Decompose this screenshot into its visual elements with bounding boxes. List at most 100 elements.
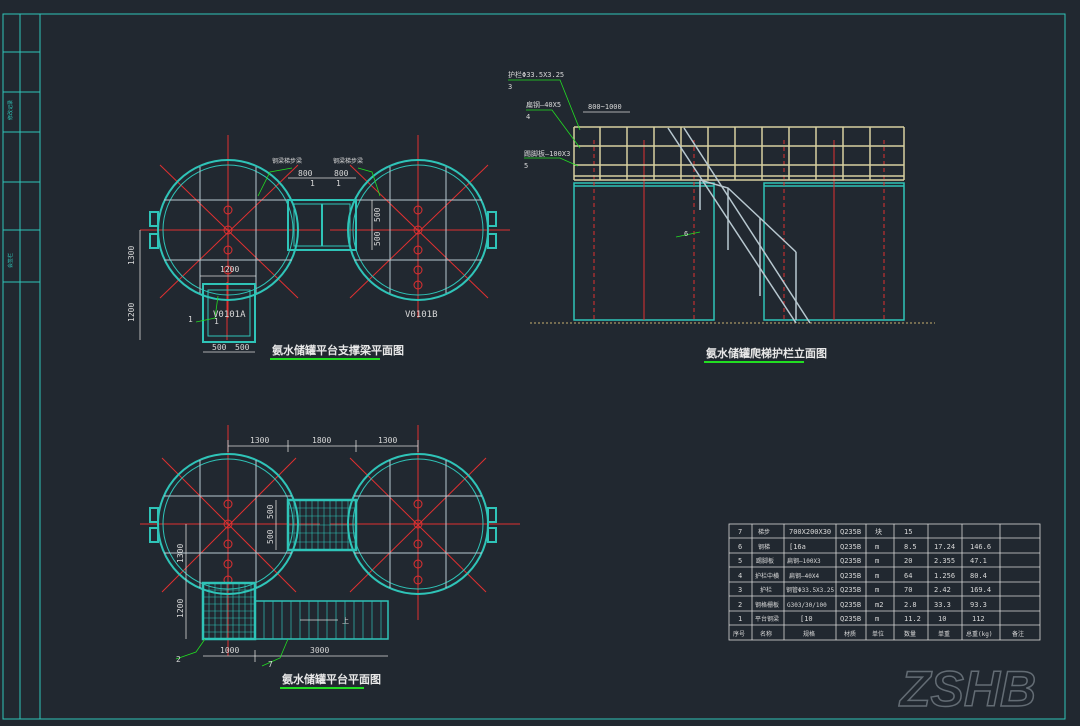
- platform-plan: 1300 1800 1300 500 500 1300 1200 1000 30…: [140, 425, 520, 689]
- label-right-beam: 钢梁梯步梁: [333, 157, 363, 165]
- bom-header: 单位: [872, 630, 884, 638]
- bom-cell: 钢梯: [758, 543, 770, 551]
- bom-rows: 7 梯步 700X200X30 Q235B 块 15 6 钢梯 [16a Q23…: [733, 527, 1024, 638]
- bom-cell: 钢管Φ33.5X3.25: [786, 586, 835, 594]
- bom-cell: m: [875, 572, 879, 580]
- elevation-railing: [573, 126, 905, 181]
- bom-cell: 33.3: [934, 601, 951, 609]
- bom-cell: Q235B: [840, 601, 861, 609]
- drawing-frame: [2, 13, 1066, 720]
- bom-cell: 169.4: [970, 586, 991, 594]
- bom-cell: m2: [875, 601, 883, 609]
- bom-cell: 扁钢—100X3: [787, 557, 821, 565]
- bom-header: 名称: [760, 630, 772, 638]
- bom-cell: 70: [904, 586, 912, 594]
- callout-2: 2: [176, 655, 181, 664]
- dim-500-bottom-right: 500: [235, 343, 250, 352]
- dim-1200-horizontal: 1200: [220, 265, 239, 274]
- dim-1800: 1800: [312, 436, 331, 445]
- bom-header: 单重: [938, 630, 950, 638]
- bom-header: 总重(kg): [966, 630, 992, 638]
- bom-cell: 2: [738, 601, 742, 609]
- callout-4-text: 扁钢—40X5: [526, 100, 561, 109]
- label-left-beam: 钢梁梯步梁: [272, 157, 302, 165]
- bom-cell: 20: [904, 557, 912, 565]
- dim-800-left: 800: [298, 169, 313, 178]
- bom-cell: m: [875, 586, 879, 594]
- bom-cell: 6: [738, 543, 742, 551]
- bom-cell: 2.355: [934, 557, 955, 565]
- bom-cell: Q235B: [840, 572, 861, 580]
- stair-up-label: 上: [342, 616, 349, 625]
- callout-6: 6: [684, 230, 688, 238]
- dim-500-upper: 500: [373, 207, 382, 222]
- bom-cell: Q235B: [840, 586, 861, 594]
- bom-cell: 8.5: [904, 543, 917, 551]
- side-strip-labels: 修改记录 会签栏: [7, 100, 14, 268]
- dim-1200-vertical-b: 1200: [176, 599, 185, 618]
- bom-header: 备注: [1012, 630, 1024, 638]
- support-plan-title: 氨水储罐平台支撑梁平面图: [272, 343, 404, 357]
- bom-cell: [10: [800, 615, 813, 623]
- dim-1-left: 1: [310, 179, 315, 188]
- platform-plan-stair: [254, 600, 389, 640]
- dim-1300-vertical-b: 1300: [176, 544, 185, 563]
- bom-header: 材质: [844, 630, 856, 638]
- bom-cell: 93.3: [970, 601, 987, 609]
- bom-cell: 7: [738, 528, 742, 536]
- elevation-tank-bodies: [573, 182, 905, 321]
- dim-1-right: 1: [336, 179, 341, 188]
- elevation-centerlines: [593, 140, 885, 320]
- bom-cell: Q235B: [840, 557, 861, 565]
- dim-800-right: 800: [334, 169, 349, 178]
- dim-800-1000: 800~1000: [588, 103, 622, 111]
- elevation-title: 氨水储罐爬梯护栏立面图: [706, 346, 827, 360]
- support-plan: 钢梁梯步梁 钢梁梯步梁 800 800 1 1 500 500 1300 120…: [127, 135, 510, 360]
- callout-3-text: 护栏Φ33.5X3.25: [508, 70, 564, 79]
- bom-cell: m: [875, 543, 879, 551]
- bom-cell: 块: [875, 527, 882, 536]
- bom-cell: [16a: [789, 543, 806, 551]
- bom-cell: 5: [738, 557, 742, 565]
- bom-cell: 1.256: [934, 572, 955, 580]
- bom-cell: 2.8: [904, 601, 917, 609]
- support-plan-centerlines: [140, 135, 510, 340]
- callout-1-b: 1: [214, 317, 219, 326]
- bom-cell: 平台钢梁: [755, 615, 779, 623]
- bom-cell: 4: [738, 572, 742, 580]
- platform-plan-bridge-grating: [286, 498, 358, 552]
- bom-cell: 护栏中横: [755, 572, 779, 580]
- bom-cell: 17.24: [934, 543, 955, 551]
- bom-cell: 80.4: [970, 572, 987, 580]
- bom-cell: Q235B: [840, 543, 861, 551]
- bom-cell: 踢脚板: [756, 557, 774, 565]
- bom-header: 规格: [803, 630, 815, 638]
- platform-plan-title: 氨水储罐平台平面图: [282, 672, 381, 686]
- dim-500-lower: 500: [373, 231, 382, 246]
- bom-cell: 11.2: [904, 615, 921, 623]
- bom-cell: 护栏: [760, 586, 772, 594]
- dim-500-a: 500: [266, 504, 275, 519]
- bom-header: 序号: [733, 630, 745, 638]
- bom-cell: 700X200X30: [789, 528, 831, 536]
- bom-cell: 1: [738, 615, 742, 623]
- elevation-view: 护栏Φ33.5X3.25 3 扁钢—40X5 4 踢脚板—100X3 5 800…: [508, 70, 935, 363]
- callout-4-num: 4: [526, 113, 530, 121]
- bom-cell: 扁钢—40X4: [789, 572, 819, 580]
- elevation-texts: 护栏Φ33.5X3.25 3 扁钢—40X5 4 踢脚板—100X3 5 800…: [508, 70, 688, 238]
- callout-1-a: 1: [188, 315, 193, 324]
- dim-500-bottom-left: 500: [212, 343, 227, 352]
- dim-500-b: 500: [266, 529, 275, 544]
- bom-cell: 47.1: [970, 557, 987, 565]
- callout-5-num: 5: [524, 162, 528, 170]
- dim-3000: 3000: [310, 646, 329, 655]
- bom-cell: m: [875, 557, 879, 565]
- callout-7: 7: [268, 660, 273, 669]
- dim-1000: 1000: [220, 646, 239, 655]
- dim-1300-left: 1300: [250, 436, 269, 445]
- bom-cell: 10: [938, 615, 946, 623]
- bom-cell: Q235B: [840, 528, 861, 536]
- bom-cell: 2.42: [934, 586, 951, 594]
- callout-3-num: 3: [508, 83, 512, 91]
- bom-cell: 3: [738, 586, 742, 594]
